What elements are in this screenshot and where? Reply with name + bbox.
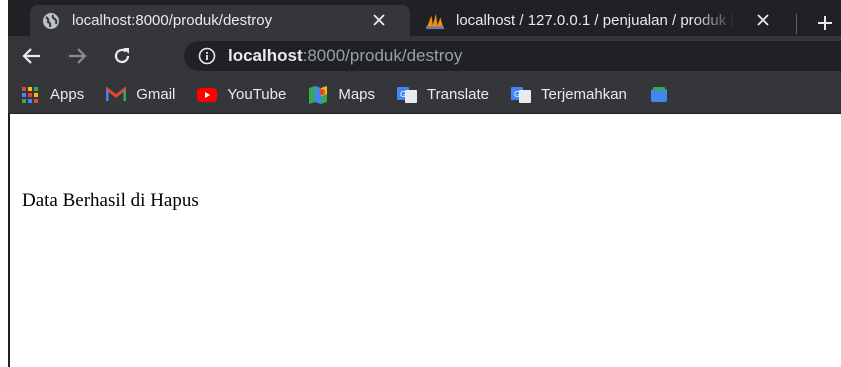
url-text: localhost:8000/produk/destroy	[228, 46, 462, 66]
tab-strip: localhost:8000/produk/destroy localhost …	[8, 0, 841, 36]
svg-text:G: G	[400, 90, 406, 99]
url-path: :8000/produk/destroy	[302, 46, 463, 65]
url-host: localhost	[228, 46, 303, 65]
tab-active[interactable]: localhost:8000/produk/destroy	[30, 5, 410, 36]
plus-icon	[818, 16, 832, 30]
translate-icon: G	[397, 86, 418, 104]
back-button[interactable]	[20, 44, 44, 68]
bookmark-label: Gmail	[136, 86, 176, 103]
tab-inactive[interactable]: localhost / 127.0.0.1 / penjualan / prod…	[414, 5, 794, 36]
svg-text:G: G	[514, 90, 520, 99]
globe-icon	[42, 12, 60, 30]
bookmark-terjemahkan[interactable]: G Terjemahkan	[511, 86, 627, 104]
bookmark-folder-icon	[649, 86, 669, 104]
bookmark-translate[interactable]: G Translate	[397, 86, 489, 104]
toolbar: localhost:8000/produk/destroy	[8, 36, 841, 76]
forward-button[interactable]	[65, 44, 89, 68]
bookmarks-bar: Apps Gmail YouTube Maps G Translate G Te…	[8, 76, 841, 114]
bookmark-label: Translate	[427, 86, 489, 103]
tab-divider	[796, 14, 797, 34]
reload-icon	[114, 48, 130, 64]
close-icon[interactable]	[754, 11, 772, 29]
apps-grid-icon	[20, 86, 40, 104]
new-tab-button[interactable]	[814, 12, 836, 34]
bookmark-label: YouTube	[227, 86, 287, 103]
bookmark-label: Terjemahkan	[541, 86, 627, 103]
back-arrow-icon	[22, 48, 40, 64]
browser-window: localhost:8000/produk/destroy localhost …	[0, 0, 841, 367]
close-icon[interactable]	[370, 11, 388, 29]
youtube-icon	[197, 86, 218, 104]
gmail-icon	[106, 86, 127, 104]
bookmark-youtube[interactable]: YouTube	[197, 86, 286, 104]
info-icon[interactable]	[198, 47, 216, 65]
phpmyadmin-sails-icon	[426, 12, 444, 30]
bookmark-apps[interactable]: Apps	[20, 86, 84, 104]
reload-button[interactable]	[110, 44, 134, 68]
translate-icon: G	[511, 86, 531, 104]
tab-title: localhost:8000/produk/destroy	[72, 12, 273, 29]
page-viewport: Data Berhasil di Hapus	[8, 114, 841, 367]
bookmark-maps[interactable]: Maps	[308, 85, 376, 104]
status-message: Data Berhasil di Hapus	[22, 190, 199, 211]
forward-arrow-icon	[69, 48, 87, 64]
bookmark-label: Apps	[50, 86, 85, 103]
bookmark-label: Maps	[338, 86, 376, 103]
maps-icon	[308, 85, 328, 104]
bookmark-overflow[interactable]	[649, 86, 679, 104]
address-bar[interactable]: localhost:8000/produk/destroy	[184, 41, 841, 71]
bookmark-gmail[interactable]: Gmail	[106, 86, 175, 104]
tab-title: localhost / 127.0.0.1 / penjualan / prod…	[456, 12, 736, 29]
